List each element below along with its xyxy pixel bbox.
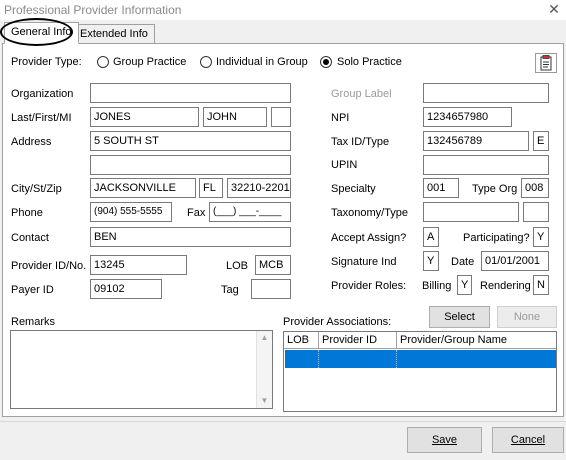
highlight-oval-annotation	[0, 18, 73, 46]
tax-id-field[interactable]: 132456789	[423, 131, 529, 151]
taxonomy-field[interactable]	[423, 202, 519, 222]
upin-label: UPIN	[331, 159, 358, 171]
provider-id-label: Provider ID/No.	[11, 260, 87, 272]
billing-field[interactable]: Y	[457, 275, 472, 295]
group-label-label: Group Label	[331, 88, 392, 100]
middle-initial-field[interactable]	[271, 107, 291, 127]
cancel-button-label: Cancel	[510, 434, 546, 446]
remarks-label: Remarks	[11, 316, 56, 328]
fax-field[interactable]: (___) ___-____	[209, 202, 291, 222]
none-button[interactable]: None	[497, 306, 557, 328]
column-header-provider-id[interactable]: Provider ID	[319, 332, 397, 349]
participating-label: Participating?	[463, 232, 530, 244]
table-row-selected[interactable]	[285, 350, 556, 368]
tag-label: Tag	[221, 284, 239, 296]
remarks-textarea[interactable]: ▲ ▼	[10, 330, 273, 409]
radio-group-practice[interactable]	[97, 56, 109, 68]
provider-associations-table[interactable]: LOB Provider ID Provider/Group Name	[283, 331, 557, 412]
contact-label: Contact	[11, 232, 49, 244]
rendering-label: Rendering	[480, 280, 531, 292]
scroll-up-icon[interactable]: ▲	[257, 331, 272, 345]
window-title: Professional Provider Information	[4, 3, 182, 17]
save-button[interactable]: Save	[407, 427, 482, 453]
taxonomy-label: Taxonomy/Type	[331, 207, 409, 219]
upin-field[interactable]	[423, 155, 549, 175]
remarks-scrollbar[interactable]: ▲ ▼	[256, 331, 272, 408]
close-icon[interactable]: ✕	[546, 1, 562, 17]
organization-field[interactable]	[90, 83, 291, 103]
npi-label: NPI	[331, 112, 350, 124]
participating-field[interactable]: Y	[533, 227, 549, 247]
address-line1-field[interactable]: 5 SOUTH ST	[90, 131, 291, 151]
date-label: Date	[451, 256, 475, 268]
clipboard-icon[interactable]	[535, 53, 557, 73]
table-cell	[319, 350, 397, 368]
accept-assign-label: Accept Assign?	[331, 232, 407, 244]
city-field[interactable]: JACKSONVILLE	[90, 178, 196, 198]
provider-roles-label: Provider Roles:	[331, 280, 407, 292]
address-line2-field[interactable]	[90, 155, 291, 175]
name-label: Last/First/MI	[11, 112, 72, 124]
save-button-label: Save	[431, 434, 458, 446]
signature-ind-field[interactable]: Y	[423, 251, 439, 271]
tag-field[interactable]	[251, 279, 291, 299]
column-header-lob[interactable]: LOB	[284, 332, 319, 349]
phone-label: Phone	[11, 207, 43, 219]
lob-field[interactable]: MCB	[255, 255, 291, 275]
address-label: Address	[11, 136, 52, 148]
npi-field[interactable]: 1234657980	[423, 107, 512, 127]
group-label-field[interactable]	[423, 83, 549, 103]
signature-ind-label: Signature Ind	[331, 256, 397, 268]
accept-assign-field[interactable]: A	[423, 227, 439, 247]
taxonomy-type-field[interactable]	[523, 202, 549, 222]
city-st-zip-label: City/St/Zip	[11, 183, 62, 195]
state-field[interactable]: FL	[199, 178, 223, 198]
provider-associations-label: Provider Associations:	[283, 316, 392, 328]
contact-field[interactable]: BEN	[90, 227, 291, 247]
date-field[interactable]: 01/01/2001	[481, 251, 549, 271]
radio-individual-in-group[interactable]	[200, 56, 212, 68]
radio-solo-practice[interactable]	[320, 56, 332, 68]
lob-label: LOB	[226, 260, 249, 272]
specialty-label: Specialty	[331, 183, 376, 195]
provider-type-label: Provider Type:	[11, 56, 82, 68]
first-name-field[interactable]: JOHN	[203, 107, 267, 127]
select-button[interactable]: Select	[429, 306, 490, 328]
phone-field[interactable]: (904) 555-5555	[90, 202, 172, 222]
specialty-field[interactable]: 001	[423, 178, 459, 198]
column-header-provider-group-name[interactable]: Provider/Group Name	[397, 332, 556, 349]
type-org-label: Type Org	[472, 183, 518, 195]
billing-label: Billing	[422, 280, 452, 292]
radio-solo-practice-label: Solo Practice	[337, 56, 402, 68]
tab-extended-info[interactable]: Extended Info	[73, 24, 155, 44]
last-name-field[interactable]: JONES	[90, 107, 199, 127]
radio-group-practice-label: Group Practice	[113, 56, 187, 68]
payer-id-field[interactable]: 09102	[90, 279, 162, 299]
payer-id-label: Payer ID	[11, 284, 54, 296]
organization-label: Organization	[11, 88, 74, 100]
rendering-field[interactable]: N	[533, 275, 549, 295]
tax-id-label: Tax ID/Type	[331, 136, 390, 148]
table-cell	[285, 350, 319, 368]
scroll-down-icon[interactable]: ▼	[257, 394, 272, 408]
fax-label: Fax	[187, 207, 206, 219]
footer-divider	[0, 421, 566, 422]
tax-id-type-field[interactable]: E	[533, 131, 549, 151]
provider-id-field[interactable]: 13245	[90, 255, 187, 275]
zip-field[interactable]: 32210-2201	[227, 178, 291, 198]
radio-individual-in-group-label: Individual in Group	[216, 56, 308, 68]
type-org-field[interactable]: 008	[521, 178, 549, 198]
cancel-button[interactable]: Cancel	[492, 427, 564, 453]
